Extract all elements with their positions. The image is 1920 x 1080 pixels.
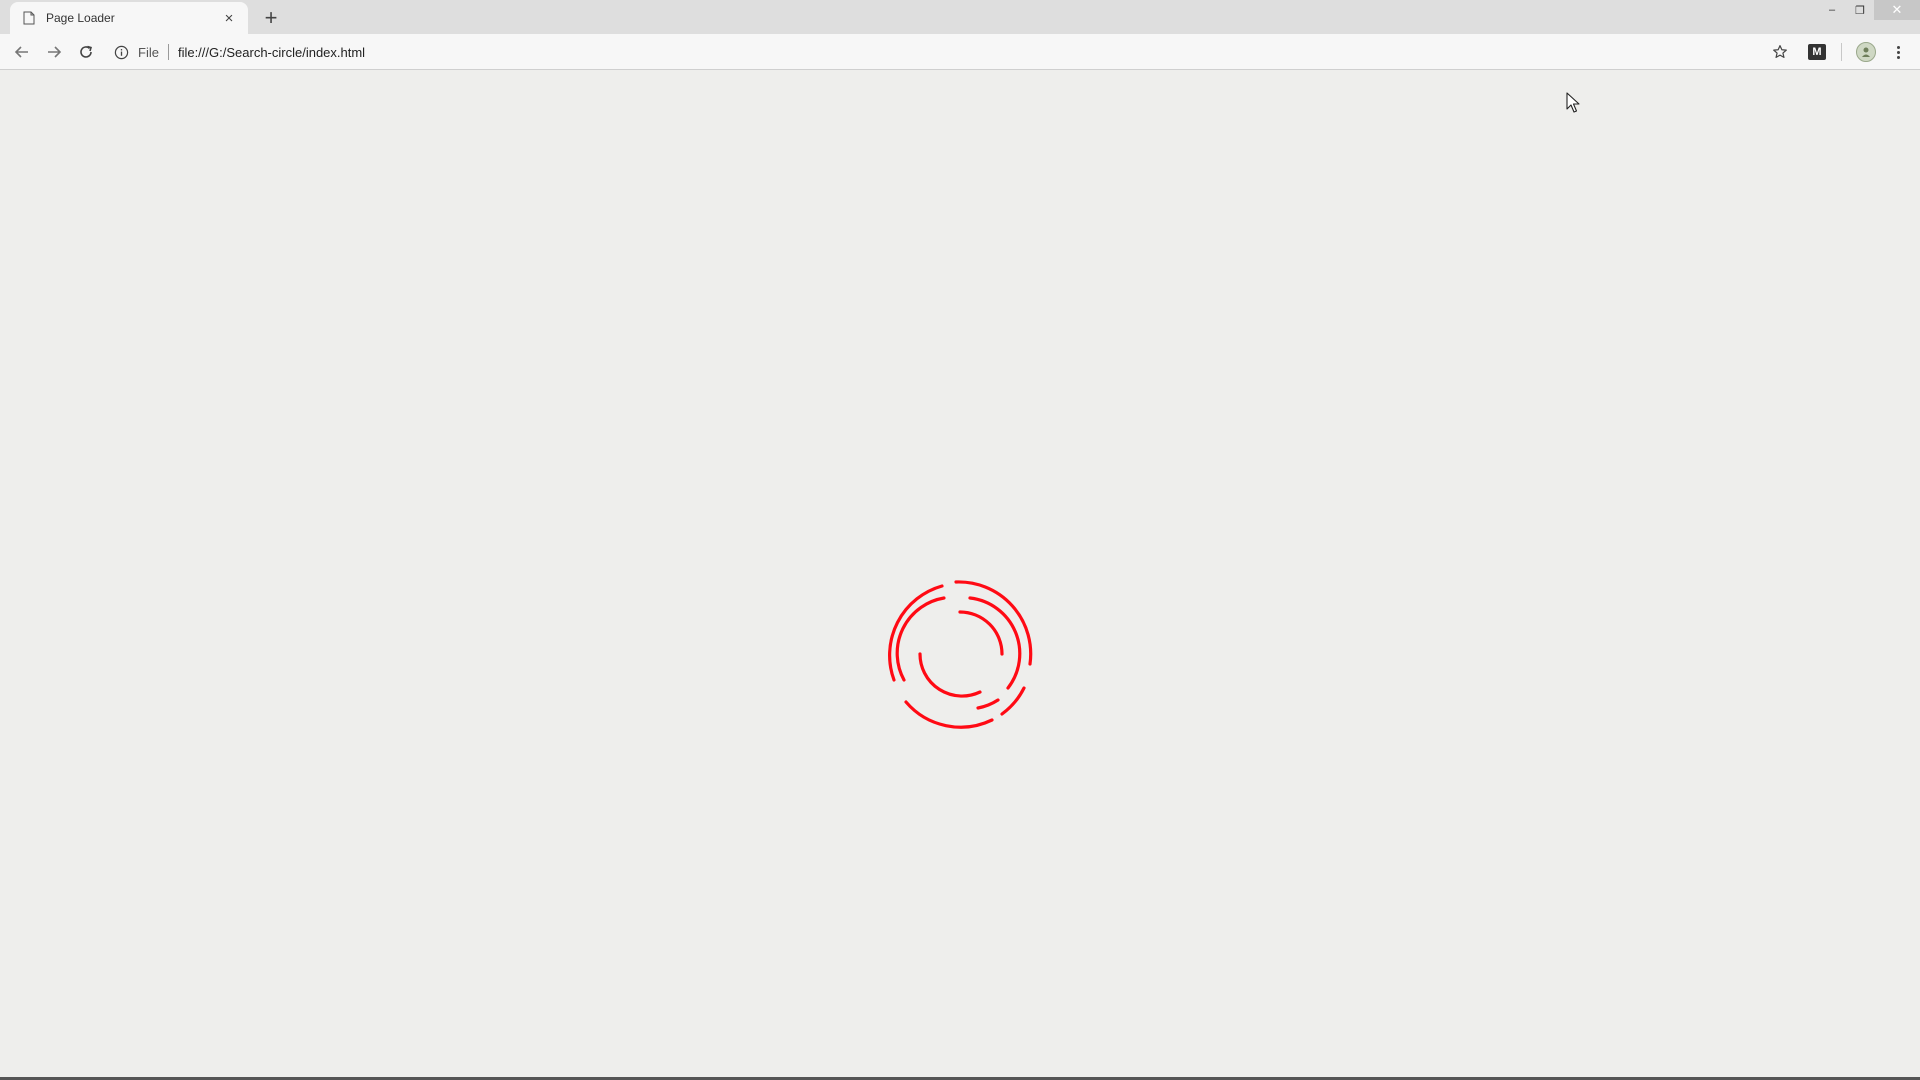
toolbar-right: M: [1801, 38, 1914, 66]
close-window-icon[interactable]: ✕: [1874, 0, 1920, 20]
restore-icon[interactable]: ❐: [1846, 0, 1874, 20]
tab-title: Page Loader: [46, 11, 115, 25]
avatar: [1856, 42, 1876, 62]
close-tab-icon[interactable]: ×: [220, 9, 238, 27]
url-text[interactable]: file:///G:/Search-circle/index.html: [178, 45, 365, 60]
loader-outer-arc-4: [904, 700, 994, 729]
loader-inner-arc-3: [976, 698, 1000, 710]
loader-core-arc-1: [958, 610, 1004, 656]
tab-strip: Page Loader × + – ❐ ✕: [0, 0, 1920, 34]
back-icon[interactable]: [6, 38, 38, 66]
profile-button[interactable]: [1850, 38, 1882, 66]
toolbar-divider: [1841, 43, 1842, 61]
extension-m-icon: M: [1808, 44, 1826, 60]
bookmark-star-icon[interactable]: [1764, 38, 1796, 66]
forward-icon[interactable]: [38, 38, 70, 66]
menu-kebab-icon[interactable]: [1882, 38, 1914, 66]
loading-spinner: [888, 580, 1033, 729]
loader-outer-arc-3: [1000, 686, 1026, 716]
extension-button[interactable]: M: [1801, 38, 1833, 66]
window-controls: – ❐ ✕: [1818, 0, 1920, 20]
new-tab-button[interactable]: +: [258, 5, 284, 31]
minimize-icon[interactable]: –: [1818, 0, 1846, 20]
loader-core-arc-2: [918, 652, 982, 698]
browser-window: Page Loader × + – ❐ ✕ File file:///G:/Se…: [0, 0, 1920, 1080]
info-icon[interactable]: [110, 41, 132, 63]
browser-toolbar: File file:///G:/Search-circle/index.html…: [0, 34, 1920, 70]
loader-inner-arc-2: [968, 596, 1022, 690]
address-bar[interactable]: File file:///G:/Search-circle/index.html: [110, 38, 1780, 66]
mouse-cursor-icon: [1566, 92, 1580, 113]
page-content: [0, 71, 1920, 1080]
reload-icon[interactable]: [70, 38, 102, 66]
security-chip: File: [138, 44, 159, 60]
tab-page-loader[interactable]: Page Loader ×: [10, 2, 248, 34]
address-separator: [167, 44, 169, 60]
page-icon: [22, 10, 36, 26]
